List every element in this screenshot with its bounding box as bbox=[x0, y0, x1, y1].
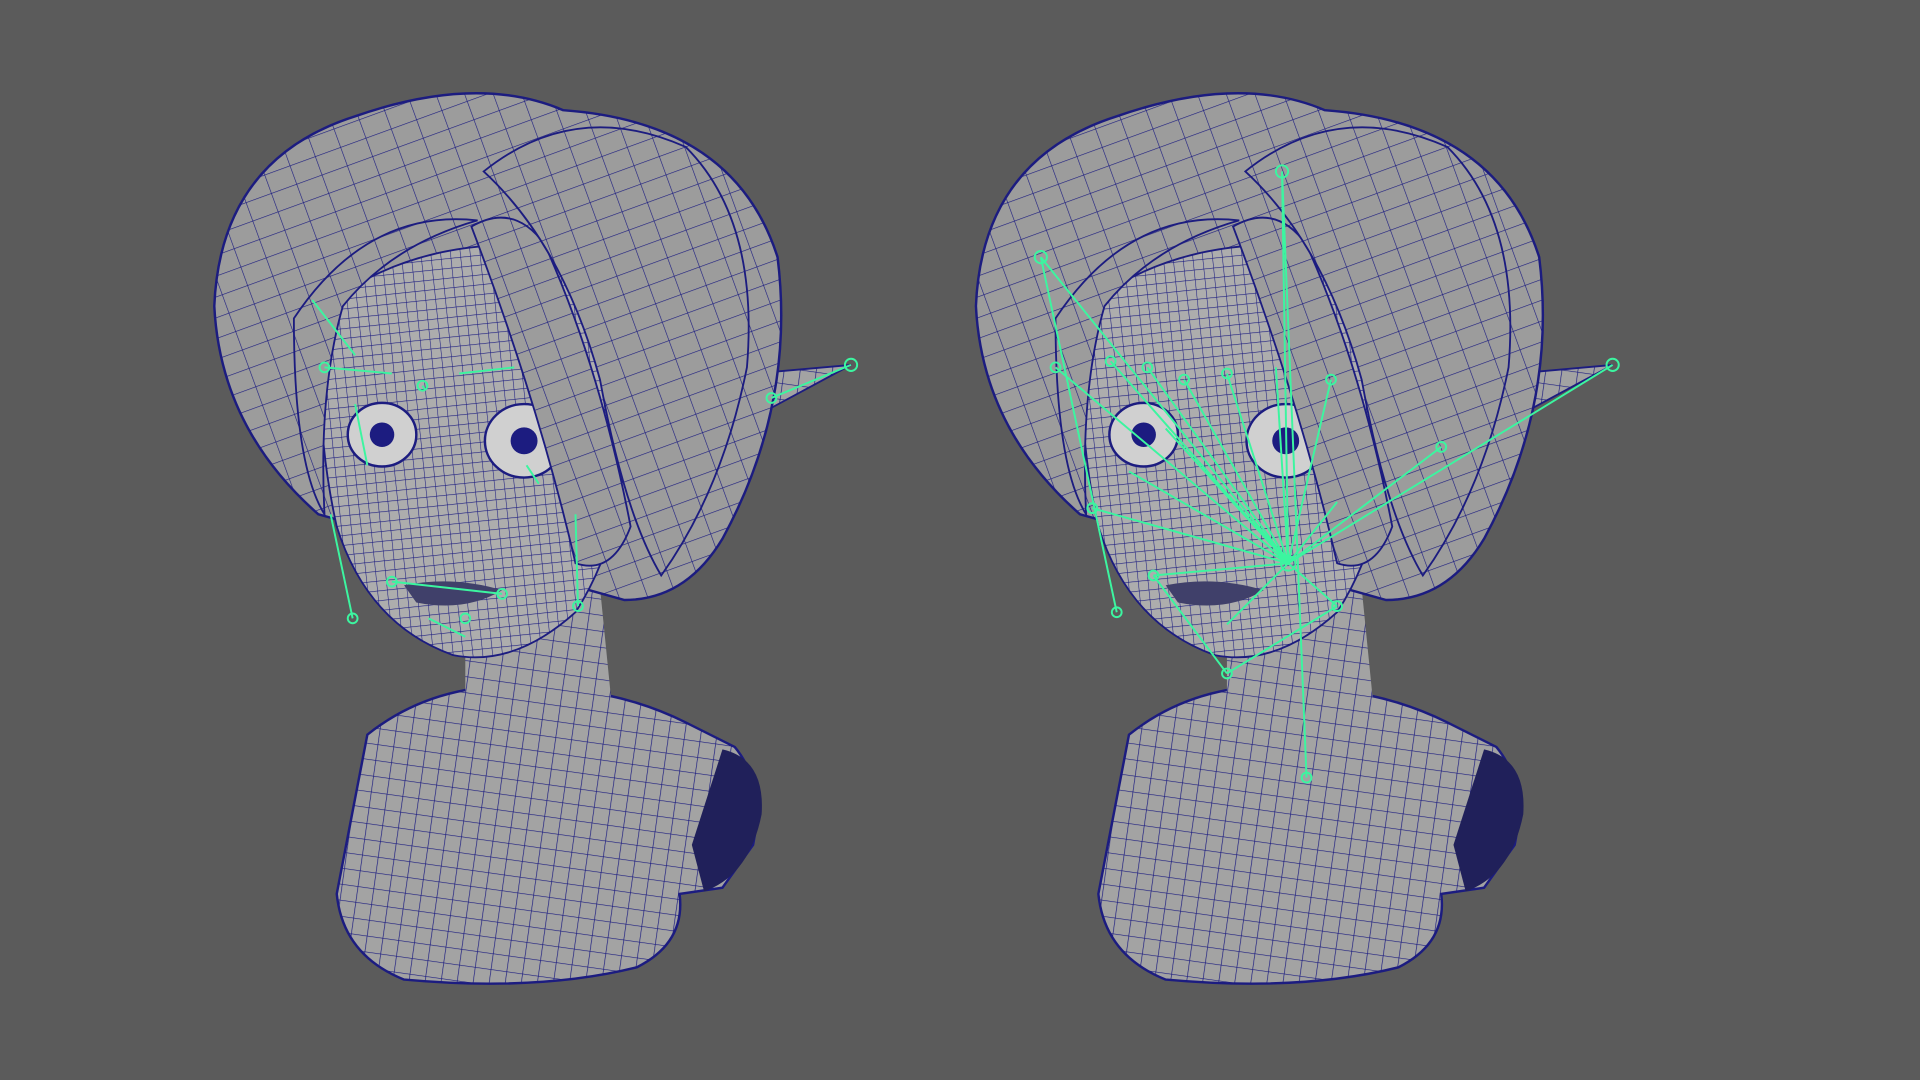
3d-viewport[interactable] bbox=[0, 0, 1920, 1080]
